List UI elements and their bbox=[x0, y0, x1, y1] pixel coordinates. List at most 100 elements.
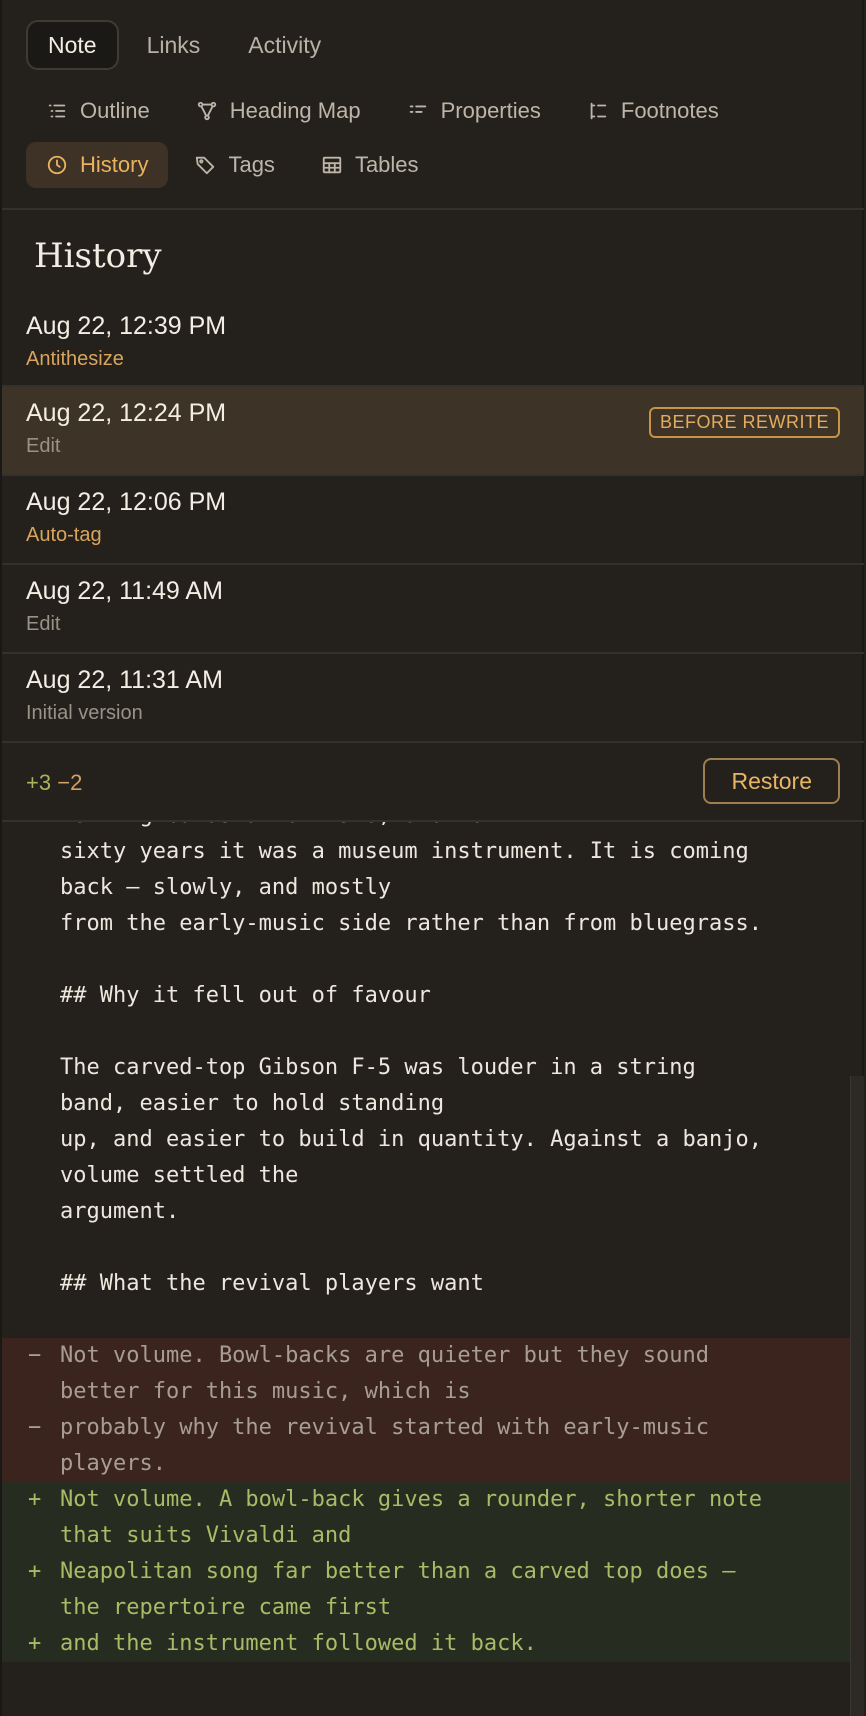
history-action: Edit bbox=[26, 613, 61, 635]
history-action: Antithesize bbox=[26, 348, 124, 370]
history-time: Aug 22, 11:31 AM bbox=[26, 666, 223, 694]
diff-line-text: ## Why it fell out of favour bbox=[60, 983, 431, 1008]
history-item[interactable]: Aug 22, 12:06 PM Auto-tag bbox=[2, 476, 864, 565]
removed-marker: − bbox=[28, 1343, 42, 1368]
diff-line bbox=[2, 942, 852, 978]
diff-line: argument. bbox=[2, 1194, 852, 1230]
diff-line-text: Neapolitan song far better than a carved… bbox=[60, 1559, 736, 1584]
diff-line-added: + Neapolitan song far better than a carve… bbox=[2, 1554, 852, 1590]
diff-line: back — slowly, and mostly bbox=[2, 870, 852, 906]
diff-line-removed: − probably why the revival started with e… bbox=[2, 1410, 852, 1446]
history-item[interactable]: Aug 22, 12:39 PM Antithesize bbox=[2, 300, 864, 387]
subtab-tags[interactable]: Tags bbox=[174, 142, 294, 188]
diff-line-text: Not volume. Bowl-backs are quieter but t… bbox=[60, 1343, 710, 1368]
diff-line-text: back — slowly, and mostly bbox=[60, 875, 392, 900]
diff-line: band, easier to hold standing bbox=[2, 1086, 852, 1122]
diff-line: from the early-music side rather than fr… bbox=[2, 906, 852, 942]
history-list: Aug 22, 12:39 PM Antithesize Aug 22, 12:… bbox=[2, 300, 864, 743]
subtab-tables-label: Tables bbox=[354, 152, 419, 177]
added-marker: + bbox=[28, 1559, 42, 1584]
history-item[interactable]: Aug 22, 11:31 AM Initial version bbox=[2, 654, 864, 743]
subtab-properties-label: Properties bbox=[440, 98, 541, 123]
diff-line: up, and easier to build in quantity. Aga… bbox=[2, 1122, 852, 1158]
diff-line-removed: players. bbox=[2, 1446, 852, 1482]
subtab-footnotes[interactable]: Footnotes bbox=[567, 88, 739, 134]
top-tab-bar: Note Links Activity bbox=[26, 20, 341, 70]
history-time: Aug 22, 12:39 PM bbox=[26, 312, 227, 340]
removed-count: −2 bbox=[57, 770, 83, 795]
subtab-tags-label: Tags bbox=[228, 152, 275, 177]
diff-line bbox=[2, 1230, 852, 1266]
added-marker: + bbox=[28, 1631, 42, 1656]
diff-line-text: probably why the revival started with ea… bbox=[60, 1415, 710, 1440]
diff-line-text: Not volume. A bowl-back gives a rounder,… bbox=[60, 1487, 762, 1512]
header-divider bbox=[2, 208, 864, 210]
subtab-outline-label: Outline bbox=[80, 98, 150, 123]
outline-icon bbox=[48, 104, 66, 118]
history-time: Aug 22, 12:24 PM bbox=[26, 399, 227, 427]
heading-map-icon bbox=[197, 101, 216, 121]
tab-activity[interactable]: Activity bbox=[228, 20, 341, 70]
footnotes-icon bbox=[590, 102, 607, 120]
diff-line-text: volume settled the bbox=[60, 1163, 299, 1188]
subtab-bar: Outline Heading Map Properties Footnotes… bbox=[26, 88, 846, 188]
history-action: Initial version bbox=[26, 702, 143, 724]
diff-line: The carved-top Gibson F-5 was louder in … bbox=[2, 1050, 852, 1086]
diff-line-removed: better for this music, which is bbox=[2, 1374, 852, 1410]
subtab-history-label: History bbox=[80, 152, 149, 177]
subtab-outline[interactable]: Outline bbox=[26, 88, 170, 134]
history-item-selected[interactable]: Aug 22, 12:24 PM Edit BEFORE REWRITE bbox=[2, 387, 864, 476]
diff-viewer[interactable]: working bands after 1920, and for sixty y… bbox=[2, 822, 852, 1716]
history-item[interactable]: Aug 22, 11:49 AM Edit bbox=[2, 565, 864, 654]
subtab-heading-map-label: Heading Map bbox=[229, 98, 361, 123]
diff-line: working bands after 1920, and for bbox=[2, 822, 852, 834]
diff-line-added: + Not volume. A bowl-back gives a rounder… bbox=[2, 1482, 852, 1518]
subtab-heading-map[interactable]: Heading Map bbox=[176, 88, 381, 134]
diff-line bbox=[2, 1014, 852, 1050]
subtab-footnotes-label: Footnotes bbox=[620, 98, 719, 123]
diff-line-text: argument. bbox=[60, 1199, 180, 1224]
diff-stats: +3 −2 bbox=[26, 770, 82, 796]
removed-marker: − bbox=[28, 1415, 42, 1440]
diff-line: sixty years it was a museum instrument. … bbox=[2, 834, 852, 870]
scrollbar[interactable] bbox=[850, 1076, 864, 1716]
diff-line-text: the repertoire came first bbox=[60, 1595, 392, 1620]
added-marker: + bbox=[28, 1487, 42, 1512]
diff-line-text: ## What the revival players want bbox=[60, 1271, 484, 1296]
added-count: +3 bbox=[26, 770, 52, 795]
diff-line-text: from the early-music side rather than fr… bbox=[60, 911, 762, 936]
diff-line-removed: − Not volume. Bowl-backs are quieter but … bbox=[2, 1338, 852, 1374]
subtab-history[interactable]: History bbox=[26, 142, 169, 188]
restore-button[interactable]: Restore bbox=[703, 758, 840, 804]
diff-line-text: The carved-top Gibson F-5 was louder in … bbox=[60, 1055, 696, 1080]
tag-icon bbox=[196, 156, 215, 175]
diff-line-text: and the instrument followed it back. bbox=[60, 1631, 537, 1656]
subtab-properties[interactable]: Properties bbox=[387, 88, 561, 134]
diff-line: volume settled the bbox=[2, 1158, 852, 1194]
subtab-tables[interactable]: Tables bbox=[301, 142, 439, 188]
properties-icon bbox=[409, 105, 426, 113]
table-icon bbox=[322, 156, 342, 174]
diff-line-text: better for this music, which is bbox=[60, 1379, 471, 1404]
diff-lines: working bands after 1920, and for sixty y… bbox=[2, 822, 852, 1662]
diff-line-text: that suits Vivaldi and bbox=[60, 1523, 352, 1548]
diff-line-text: band, easier to hold standing bbox=[60, 1091, 445, 1116]
diff-line-text: players. bbox=[60, 1451, 166, 1476]
diff-line-text: sixty years it was a museum instrument. … bbox=[60, 839, 749, 864]
clock-icon bbox=[47, 155, 67, 175]
diff-line-text: up, and easier to build in quantity. Aga… bbox=[60, 1127, 762, 1152]
history-time: Aug 22, 12:06 PM bbox=[26, 488, 227, 516]
diff-line-added: + and the instrument followed it back. bbox=[2, 1626, 852, 1662]
diff-line: ## Why it fell out of favour bbox=[2, 978, 852, 1014]
diff-line bbox=[2, 1302, 852, 1338]
before-rewrite-badge: BEFORE REWRITE bbox=[648, 407, 840, 438]
history-action: Auto-tag bbox=[26, 524, 102, 546]
diff-header: +3 −2 Restore bbox=[2, 742, 864, 822]
tab-links[interactable]: Links bbox=[127, 20, 221, 70]
diff-line-added: that suits Vivaldi and bbox=[2, 1518, 852, 1554]
history-action: Edit bbox=[26, 435, 61, 457]
tab-note[interactable]: Note bbox=[26, 20, 119, 70]
diff-line: ## What the revival players want bbox=[2, 1266, 852, 1302]
diff-line-text: working bands after 1920, and for bbox=[60, 822, 497, 828]
diff-line-added: the repertoire came first bbox=[2, 1590, 852, 1626]
